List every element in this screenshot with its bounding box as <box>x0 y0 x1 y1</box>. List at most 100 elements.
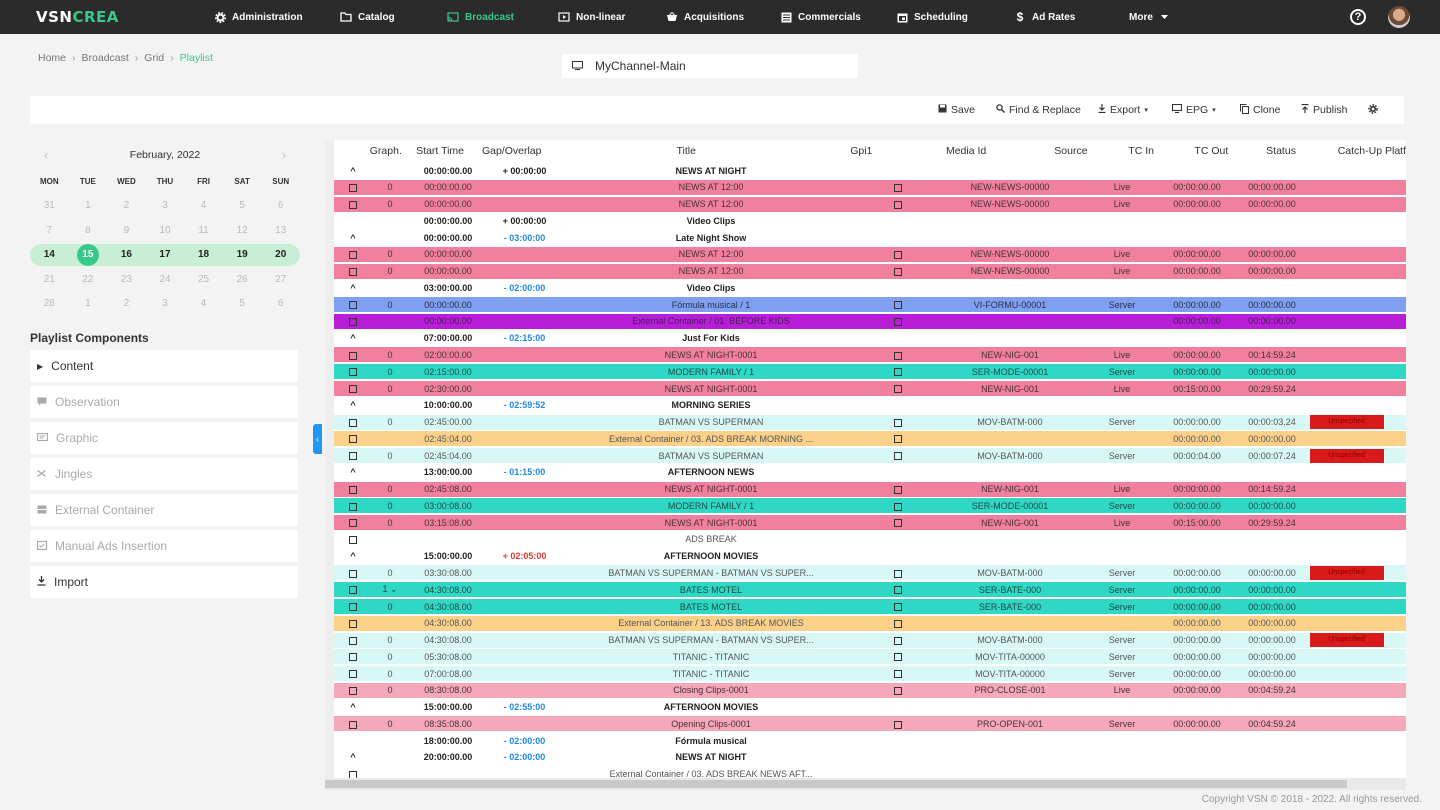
block-header-row[interactable]: ^ 13:00:00.00 - 01:15:00 AFTERNOON NEWS <box>334 464 1406 480</box>
row-select-checkbox[interactable] <box>349 368 357 377</box>
app-logo[interactable]: VSNCREA <box>36 8 119 26</box>
scrollbar-thumb[interactable] <box>325 780 1347 788</box>
gpi1-checkbox[interactable] <box>894 485 902 494</box>
calendar-day[interactable]: 20 <box>261 243 300 268</box>
nav-commercials[interactable]: Commercials <box>780 0 861 34</box>
component-import[interactable]: Import <box>30 566 298 598</box>
nav-ad-rates[interactable]: $ Ad Rates <box>1014 0 1076 34</box>
playlist-event-row[interactable]: 0 03:15:08.00 NEWS AT NIGHT-0001 NEW-NIG-00… <box>334 515 1406 531</box>
block-header-row[interactable]: ^ 15:00:00.00 + 02:05:00 AFTERNOON MOVIES <box>334 548 1406 564</box>
playlist-event-row[interactable]: 0 00:00:00.00 NEWS AT 12:00 NEW-NEWS-00000 L… <box>334 246 1406 262</box>
gpi1-checkbox[interactable] <box>894 267 902 276</box>
playlist-event-row[interactable]: 0 07:00:08.00 TITANIC - TITANIC MOV-TITA-00… <box>334 666 1406 682</box>
publish-button[interactable]: Publish <box>1301 96 1347 124</box>
row-select-checkbox[interactable] <box>349 267 357 276</box>
calendar-day[interactable]: 19 <box>223 243 262 268</box>
gpi1-checkbox[interactable] <box>894 418 902 427</box>
collapse-caret-icon[interactable]: ^ <box>334 233 372 243</box>
row-select-checkbox[interactable] <box>349 586 357 595</box>
next-month-icon[interactable]: › <box>282 140 286 170</box>
playlist-event-row[interactable]: 00:00:00.00 External Container / 01. BEFO… <box>334 313 1406 329</box>
gpi1-checkbox[interactable] <box>894 452 902 461</box>
col-title[interactable]: Title <box>546 145 827 157</box>
playlist-event-row[interactable]: 0 04:30:08.00 BATES MOTEL SER-BATE-000 Serve… <box>334 599 1406 615</box>
nav-more[interactable]: More <box>1129 0 1171 34</box>
col-source[interactable]: Source <box>1036 145 1105 157</box>
playlist-event-row[interactable]: 0 02:45:00.00 BATMAN VS SUPERMAN MOV-BATM-0… <box>334 414 1406 430</box>
gpi1-checkbox[interactable] <box>894 586 902 595</box>
calendar-day[interactable]: 2 <box>107 194 146 219</box>
calendar-day[interactable]: 7 <box>30 219 69 244</box>
find-replace-button[interactable]: Find & Replace <box>996 96 1081 124</box>
collapse-caret-icon[interactable]: ^ <box>334 752 372 762</box>
col-tc-out[interactable]: TC Out <box>1177 145 1246 157</box>
playlist-event-row[interactable]: 0 04:30:08.00 BATMAN VS SUPERMAN - BATMAN … <box>334 632 1406 648</box>
row-select-checkbox[interactable] <box>349 519 357 528</box>
playlist-event-row[interactable]: 0 03:00:08.00 MODERN FAMILY / 1 SER-MODE-00… <box>334 498 1406 514</box>
collapse-caret-icon[interactable]: ^ <box>334 333 372 343</box>
gpi1-checkbox[interactable] <box>894 603 902 612</box>
playlist-event-row[interactable]: External Container / 03. ADS BREAK NEWS … <box>334 766 1406 778</box>
gpi1-checkbox[interactable] <box>894 301 902 310</box>
gpi1-checkbox[interactable] <box>894 435 902 444</box>
gpi1-checkbox[interactable] <box>894 519 902 528</box>
calendar-day[interactable]: 2 <box>107 292 146 317</box>
gpi1-checkbox[interactable] <box>894 569 902 578</box>
playlist-event-row[interactable]: 0 02:45:08.00 NEWS AT NIGHT-0001 NEW-NIG-00… <box>334 481 1406 497</box>
playlist-event-row[interactable]: 0 00:00:00.00 Fórmula musical / 1 VI-FORMU-… <box>334 297 1406 313</box>
calendar-day[interactable]: 3 <box>146 292 185 317</box>
gpi1-checkbox[interactable] <box>894 653 902 662</box>
nav-administration[interactable]: Administration <box>214 0 303 34</box>
calendar-day[interactable]: 1 <box>69 292 108 317</box>
settings-button[interactable] <box>1368 96 1378 124</box>
row-select-checkbox[interactable] <box>349 318 357 327</box>
save-button[interactable]: Save <box>938 96 975 124</box>
block-header-row[interactable]: ^ 20:00:00.00 - 02:00:00 NEWS AT NIGHT <box>334 749 1406 765</box>
calendar-day[interactable]: 27 <box>261 268 300 293</box>
calendar-day[interactable]: 25 <box>184 268 223 293</box>
gpi1-checkbox[interactable] <box>894 619 902 628</box>
playlist-event-row[interactable]: ADS BREAK <box>334 531 1406 547</box>
col-catch-up-platform[interactable]: Catch-Up Platf <box>1316 145 1406 157</box>
col-gpi1[interactable]: Gpi1 <box>827 145 896 157</box>
epg-button[interactable]: EPG ▾ <box>1171 96 1216 124</box>
component-content[interactable]: ▶ Content <box>30 350 298 382</box>
gpi1-checkbox[interactable] <box>894 250 902 259</box>
gpi1-checkbox[interactable] <box>894 318 902 327</box>
row-select-checkbox[interactable] <box>349 250 357 259</box>
calendar-day-today[interactable]: 15 <box>69 243 108 268</box>
row-select-checkbox[interactable] <box>349 603 357 612</box>
calendar-day[interactable]: 31 <box>30 194 69 219</box>
row-select-checkbox[interactable] <box>349 183 357 192</box>
col-tc-in[interactable]: TC In <box>1106 145 1177 157</box>
row-select-checkbox[interactable] <box>349 200 357 209</box>
calendar-day[interactable]: 28 <box>30 292 69 317</box>
playlist-event-row[interactable]: 0 00:00:00.00 NEWS AT 12:00 NEW-NEWS-00000 L… <box>334 263 1406 279</box>
calendar-day[interactable]: 5 <box>223 194 262 219</box>
clone-button[interactable]: Clone <box>1240 96 1280 124</box>
calendar-day[interactable]: 8 <box>69 219 108 244</box>
row-select-checkbox[interactable] <box>349 720 357 729</box>
playlist-event-row[interactable]: 0 03:30:08.00 BATMAN VS SUPERMAN - BATMAN … <box>334 565 1406 581</box>
row-select-checkbox[interactable] <box>349 435 357 444</box>
gpi1-checkbox[interactable] <box>894 502 902 511</box>
playlist-event-row[interactable]: 0 00:00:00.00 NEWS AT 12:00 NEW-NEWS-00000 L… <box>334 196 1406 212</box>
row-select-checkbox[interactable] <box>349 418 357 427</box>
calendar-day[interactable]: 9 <box>107 219 146 244</box>
calendar-day[interactable]: 17 <box>146 243 185 268</box>
row-select-checkbox[interactable] <box>349 770 357 778</box>
row-select-checkbox[interactable] <box>349 653 357 662</box>
block-header-row[interactable]: 00:00:00.00 + 00:00:00 Video Clips <box>334 213 1406 229</box>
row-select-checkbox[interactable] <box>349 385 357 394</box>
row-select-checkbox[interactable] <box>349 452 357 461</box>
block-header-row[interactable]: ^ 03:00:00.00 - 02:00:00 Video Clips <box>334 280 1406 296</box>
breadcrumb-grid[interactable]: Grid <box>144 52 164 64</box>
calendar-day[interactable]: 5 <box>223 292 262 317</box>
calendar-day[interactable]: 4 <box>184 194 223 219</box>
calendar-day[interactable]: 21 <box>30 268 69 293</box>
row-select-checkbox[interactable] <box>349 670 357 679</box>
playlist-event-row[interactable]: 04:30:08.00 External Container / 13. ADS … <box>334 615 1406 631</box>
nav-catalog[interactable]: Catalog <box>340 0 395 34</box>
help-icon[interactable]: ? <box>1350 9 1366 25</box>
export-button[interactable]: Export ▾ <box>1098 96 1148 124</box>
